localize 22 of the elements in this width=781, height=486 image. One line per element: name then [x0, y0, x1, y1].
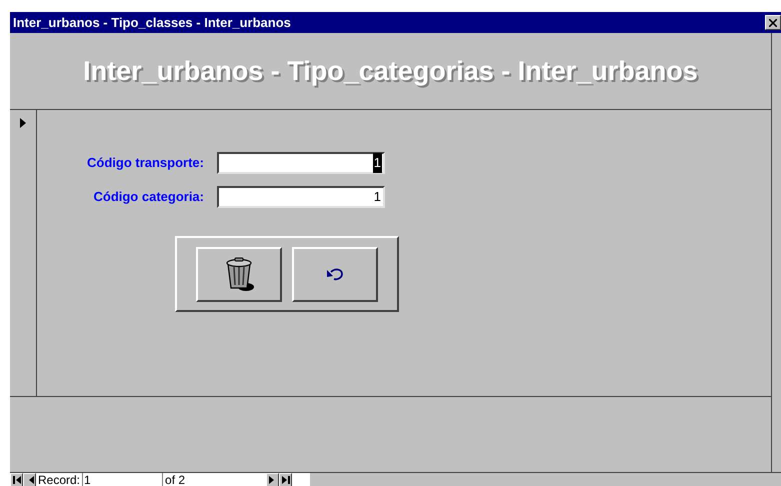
record-number-field[interactable]: 1: [83, 472, 164, 486]
close-icon: [769, 18, 777, 26]
field-label: Código transporte:: [86, 154, 205, 172]
undo-button[interactable]: [292, 246, 378, 302]
new-record-field[interactable]: [292, 472, 310, 486]
last-record-button[interactable]: [279, 472, 292, 486]
previous-record-button[interactable]: [23, 472, 36, 486]
last-arrow-icon: [282, 476, 290, 484]
record-count: of 2: [163, 472, 266, 486]
form-header-title: Inter_urbanos - Tipo_categorias - Inter_urbanos: [83, 54, 698, 88]
undo-arrow-icon: [325, 267, 345, 281]
window-title: Inter_urbanos - Tipo_classes - Inter_urbanos: [13, 14, 291, 32]
record-label: Record:: [36, 472, 84, 486]
first-arrow-icon: [12, 476, 20, 484]
close-button[interactable]: [765, 15, 781, 30]
delete-button[interactable]: [196, 246, 282, 302]
next-record-button[interactable]: [266, 472, 280, 486]
first-record-button[interactable]: [10, 472, 23, 486]
field-label: Código categoria:: [92, 188, 205, 206]
current-record-icon: [20, 118, 26, 128]
text-field[interactable]: 1: [217, 152, 385, 174]
text-field[interactable]: 1: [217, 186, 385, 208]
